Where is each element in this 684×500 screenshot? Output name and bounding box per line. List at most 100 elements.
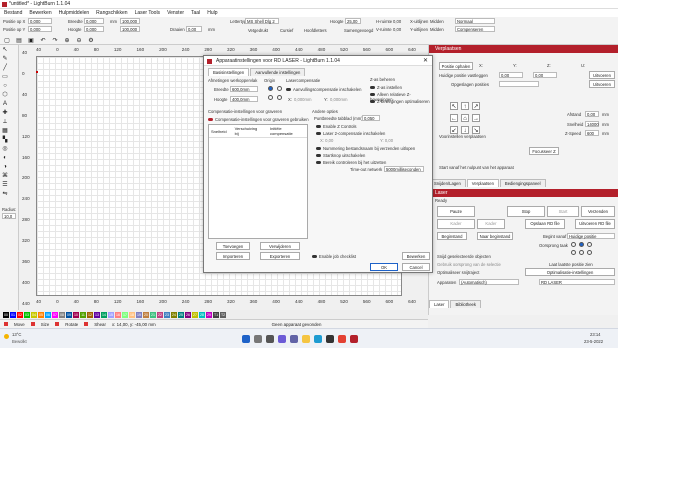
palette-swatch[interactable]: 13 xyxy=(94,311,100,318)
hspace-input[interactable]: 0,00 xyxy=(393,19,401,24)
palette-swatch[interactable]: 15 xyxy=(108,311,114,318)
start-position-check[interactable]: Start vanaf het nulpunt van het apparaat xyxy=(439,165,514,170)
save-rd-button[interactable]: Opslaan RD file xyxy=(525,219,565,229)
dlg-origin-radio[interactable] xyxy=(277,86,282,91)
font-select[interactable]: MS Shell Dlg 2 xyxy=(245,18,279,24)
palette-swatch[interactable]: 20 xyxy=(143,311,149,318)
vspace-input[interactable]: 0,00 xyxy=(393,27,401,32)
italic-check[interactable]: Cursief xyxy=(280,28,293,33)
laser-comp-y-input[interactable]: 0,000mm xyxy=(330,97,347,102)
go-origin-button[interactable]: Naar beginstand xyxy=(477,232,513,240)
settings-icon[interactable]: ⚙ xyxy=(87,37,95,45)
align-x-select[interactable]: Midden xyxy=(430,19,444,24)
go-button[interactable]: Uitvoeren xyxy=(589,71,615,79)
palette-swatch[interactable]: 26 xyxy=(185,311,191,318)
stop-button[interactable]: Stop xyxy=(507,206,545,217)
origin-radio[interactable] xyxy=(587,242,592,247)
jog-up-left-icon[interactable]: ↖ xyxy=(450,102,458,110)
z-axis-enable-check[interactable]: Z-as instellen xyxy=(377,85,402,90)
menu-hulpmiddelen[interactable]: Hulpmiddelen xyxy=(59,10,90,16)
status-size[interactable]: Size xyxy=(41,322,50,327)
laser-comp-x-input[interactable]: 0,000mm xyxy=(294,97,311,102)
pos-x-input[interactable]: 0,000 xyxy=(28,18,52,24)
ok-button[interactable]: OK xyxy=(370,263,398,271)
file-numbering-check[interactable]: Nummering bestandsnaam bij verzenden uit… xyxy=(323,146,415,151)
open-file-icon[interactable]: ▤ xyxy=(15,37,23,45)
jog-down-left-icon[interactable]: ↙ xyxy=(450,126,458,134)
jog-left-icon[interactable]: ← xyxy=(450,114,458,122)
device-select[interactable]: RD LASER xyxy=(539,279,615,285)
dialog-close-icon[interactable]: ✕ xyxy=(423,57,428,64)
home-button[interactable]: Beginstand xyxy=(437,232,467,240)
edge-icon[interactable] xyxy=(314,335,322,343)
array-icon[interactable]: ▚ xyxy=(1,136,9,144)
palette-swatch[interactable]: 02 xyxy=(17,311,23,318)
save-icon[interactable]: ▣ xyxy=(27,37,35,45)
dlg-height-input[interactable]: 400,0mm xyxy=(230,96,258,102)
pause-button[interactable]: Pauze xyxy=(437,206,475,217)
optimize-z-check[interactable]: Z-bewegingen optimaliseren xyxy=(377,99,430,104)
select-icon[interactable]: ↖ xyxy=(1,46,9,54)
chrome-icon[interactable] xyxy=(338,335,346,343)
distance-input[interactable]: 0,00 xyxy=(585,111,599,117)
comp-select[interactable]: Compenseren xyxy=(455,26,495,32)
palette-swatch[interactable]: 14 xyxy=(101,311,107,318)
palette-swatch[interactable]: 29 xyxy=(206,311,212,318)
grid-icon[interactable]: ▦ xyxy=(1,127,9,135)
palette-swatch[interactable]: 10 xyxy=(73,311,79,318)
height-input[interactable]: 0,000 xyxy=(84,26,104,32)
scan-comp-check[interactable]: Compensatie-instellingen voor graveren g… xyxy=(215,117,309,122)
position-laser-icon[interactable]: ✚ xyxy=(1,109,9,117)
bold-check[interactable]: Vetgedrukt xyxy=(248,28,268,33)
menu-bestand[interactable]: Bestand xyxy=(4,10,22,16)
saved-positions-select[interactable] xyxy=(499,81,539,87)
speed-input[interactable]: 14000 xyxy=(585,121,599,127)
port-select[interactable]: (Automatisch) xyxy=(459,279,519,285)
menu-venster[interactable]: Venster xyxy=(167,10,184,16)
trace-icon[interactable]: ⌘ xyxy=(1,172,9,180)
text-icon[interactable]: A xyxy=(1,100,9,108)
bed-width-input[interactable]: 0,050 xyxy=(362,115,380,121)
rotate-input[interactable]: 0,00 xyxy=(186,26,202,32)
palette-swatch[interactable]: 11 xyxy=(80,311,86,318)
mirror-icon[interactable]: ⇋ xyxy=(1,190,9,198)
font-height-input[interactable]: 25,00 xyxy=(345,18,361,24)
caps-check[interactable]: Hoofdletters xyxy=(304,28,327,33)
palette-swatch[interactable]: 00 xyxy=(3,311,9,318)
measure-icon[interactable]: ⟂ xyxy=(1,118,9,126)
status-rotate[interactable]: Rotate xyxy=(65,322,78,327)
tab-move[interactable]: Verplaatsen xyxy=(466,179,499,187)
palette-swatch[interactable]: 07 xyxy=(52,311,58,318)
width-input[interactable]: 0,000 xyxy=(84,18,104,24)
status-shear[interactable]: Shear xyxy=(94,322,106,327)
laser-comp-check[interactable]: Aanvullingscompensatie inschakelen xyxy=(293,87,361,92)
palette-swatch[interactable]: 06 xyxy=(45,311,51,318)
palette-swatch[interactable]: 18 xyxy=(129,311,135,318)
zspeed-input[interactable]: 600 xyxy=(585,130,599,136)
dlg-origin-radio-selected[interactable] xyxy=(268,86,273,91)
palette-swatch[interactable]: 22 xyxy=(157,311,163,318)
import-button[interactable]: Importeren xyxy=(216,252,250,260)
explorer-icon[interactable] xyxy=(302,335,310,343)
pos-y-input[interactable]: 0,000 xyxy=(28,26,52,32)
palette-swatch[interactable]: 03 xyxy=(24,311,30,318)
welded-check[interactable]: Samengevoegd xyxy=(344,28,373,33)
palette-swatch[interactable]: 12 xyxy=(87,311,93,318)
start-button[interactable]: Start xyxy=(547,206,579,217)
task-view-icon[interactable] xyxy=(266,335,274,343)
jog-up-icon[interactable]: ↑ xyxy=(461,102,469,110)
export-button[interactable]: Exporteren xyxy=(260,252,300,260)
rectangle-icon[interactable]: ▭ xyxy=(1,73,9,81)
palette-swatch[interactable]: 25 xyxy=(178,311,184,318)
redo-icon[interactable]: ↷ xyxy=(51,37,59,45)
align-y-select[interactable]: Midden xyxy=(430,27,444,32)
palette-swatch[interactable]: 19 xyxy=(136,311,142,318)
run-rd-button[interactable]: Uitvoeren RD file xyxy=(575,219,615,229)
remove-button[interactable]: Verwijderen xyxy=(260,242,300,250)
jog-down-right-icon[interactable]: ↘ xyxy=(472,126,480,134)
ellipse-icon[interactable]: ○ xyxy=(1,82,9,90)
chat-icon[interactable] xyxy=(290,335,298,343)
menu-taal[interactable]: Taal xyxy=(191,10,200,16)
tab-additional-settings[interactable]: Aanvullende instellingen xyxy=(250,68,306,76)
jog-right-icon[interactable]: → xyxy=(472,114,480,122)
